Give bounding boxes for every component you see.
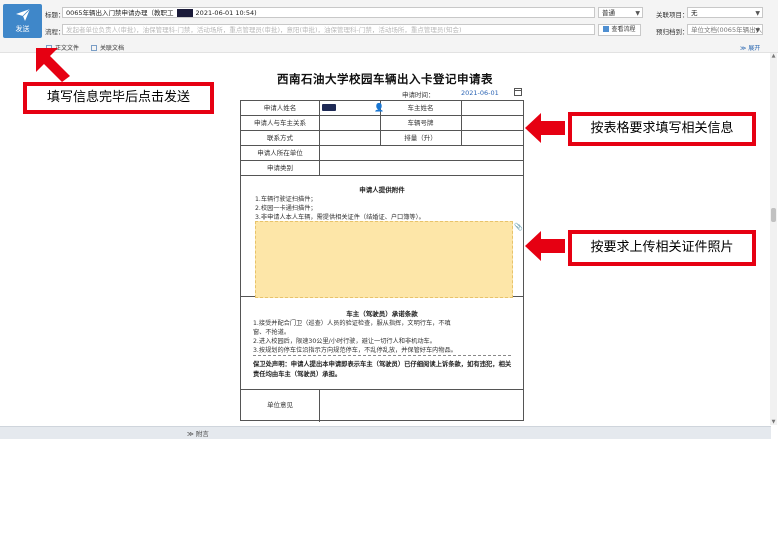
view-flow-label: 查看流程 — [611, 26, 636, 33]
attachment-note: 1.车辆行驶证扫描件； — [255, 196, 317, 203]
paperclip-icon[interactable]: 📎 — [514, 223, 523, 231]
attachments-bar[interactable]: ≫ 附言 — [0, 426, 771, 440]
related-doc-label: 关联文档 — [100, 45, 125, 52]
calendar-icon[interactable] — [514, 88, 522, 96]
row-divider — [241, 175, 523, 176]
red-arrow-left-icon — [525, 113, 565, 143]
attachment-note: 2.校园一卡通扫描件； — [255, 205, 317, 212]
plate-field[interactable] — [462, 116, 524, 130]
send-button-label: 发送 — [15, 24, 30, 33]
expand-link[interactable]: ≫ 展开 — [740, 43, 760, 52]
pledge-item: 3.按规划的停车位沿指示方向规范停车，不乱停乱放，并保管好车内物品。 — [253, 347, 457, 354]
upload-hint-callout: 按要求上传相关证件照片 — [568, 230, 756, 266]
attachment-note: 3.非申请人本人车辆，需提供相关证件（结婚证、户口簿等）。 — [255, 214, 425, 221]
pledge-item: 1.接受并配合门卫（巡查）人员的验证检查，服从指挥，文明行车，不嗔 — [253, 320, 451, 327]
archive-label: 预归档到： — [656, 28, 689, 36]
fill-hint-callout: 按表格要求填写相关信息 — [568, 112, 756, 146]
relation-label: 申请人与车主关系 — [254, 119, 306, 127]
send-hint-callout: 填写信息完毕后点击发送 — [23, 82, 214, 114]
unit-field[interactable] — [320, 146, 524, 160]
scroll-up-arrow-icon[interactable]: ▲ — [770, 53, 777, 59]
title-input[interactable]: 0065年辆出入门禁申请办理（教职工 2021-06-01 10:54) — [62, 7, 595, 18]
chevron-down-icon: ▼ — [635, 10, 640, 17]
apply-time-label: 申请时间： — [402, 91, 435, 99]
archive-select[interactable]: 单位文档(0065年辆出入 ▼ — [687, 24, 763, 35]
scroll-down-arrow-icon[interactable]: ▼ — [770, 419, 777, 425]
displacement-field[interactable] — [462, 131, 524, 145]
double-chevron-down-icon: ≫ — [740, 45, 747, 52]
related-project-label: 关联项目： — [656, 11, 689, 19]
send-button[interactable]: 发送 — [3, 4, 42, 38]
pledge-title: 车主（驾驶员）承诺条款 — [346, 310, 418, 318]
attachments-bar-label: ≫ 附言 — [187, 428, 209, 438]
scrollbar-thumb[interactable] — [771, 208, 776, 222]
archive-value: 单位文档(0065年辆出入 — [691, 26, 763, 34]
related-doc-link[interactable]: 关联文档 — [91, 43, 124, 52]
related-project-select[interactable]: 无 ▼ — [687, 7, 763, 18]
chevron-down-icon: ▼ — [755, 27, 760, 34]
contact-field[interactable] — [320, 131, 380, 145]
red-arrow-up-icon — [36, 48, 70, 82]
red-arrow-left-icon — [525, 231, 565, 261]
unit-opinion-label: 单位意见 — [267, 401, 293, 409]
applicant-name-label: 申请人姓名 — [263, 104, 297, 112]
attachments-title: 申请人提供附件 — [359, 186, 405, 194]
vertical-scrollbar[interactable]: ▲ ▼ — [770, 53, 777, 425]
owner-name-label: 车主姓名 — [407, 104, 434, 112]
form-title: 西南石油大学校园车辆出入卡登记申请表 — [277, 72, 493, 86]
compose-toolbar: 发送 标题： 0065年辆出入门禁申请办理（教职工 2021-06-01 10:5… — [0, 0, 778, 53]
attachment-upload-area[interactable] — [255, 221, 513, 298]
title-input-text-suffix: 2021-06-01 10:54) — [195, 9, 257, 17]
attachments-pane — [0, 439, 771, 537]
attachments-label: 附言 — [195, 430, 209, 438]
pledge-item: 窗、不抢道。 — [253, 329, 291, 336]
paper-plane-icon — [15, 8, 30, 21]
owner-name-field[interactable] — [462, 101, 524, 115]
relation-field[interactable] — [320, 116, 380, 130]
double-chevron-down-icon: ≫ — [187, 430, 194, 438]
chevron-down-icon: ▼ — [755, 10, 760, 17]
pledge-item: 2.进入校园后，限速30公里/小时行驶，避让一切行人和非机动车。 — [253, 338, 436, 345]
redacted-name — [176, 9, 193, 17]
flow-chart-icon — [603, 26, 610, 32]
priority-select[interactable]: 普通 ▼ — [598, 7, 643, 18]
flow-input[interactable]: 发起者单位负责人(审批)，油保管理科-门禁，活动场所，重点管理员(审批)，意阳(… — [62, 24, 595, 35]
dashed-divider — [253, 355, 511, 356]
category-label: 申请类别 — [267, 164, 293, 172]
apply-time-value[interactable]: 2021-06-01 — [461, 89, 499, 97]
related-project-value: 无 — [691, 9, 698, 17]
view-flow-button[interactable]: 查看流程 — [598, 24, 641, 36]
expand-label: 展开 — [748, 45, 761, 52]
title-input-text: 0065年辆出入门禁申请办理（教职工 — [66, 9, 174, 17]
applicant-name-field[interactable] — [322, 104, 336, 111]
priority-value: 普通 — [602, 9, 615, 17]
contact-label: 联系方式 — [267, 134, 293, 142]
category-field[interactable] — [320, 161, 524, 175]
application-form-table: 申请人姓名 👤 车主姓名 申请人与车主关系 车辆号牌 联系方式 排量（升） 申请… — [240, 100, 524, 422]
document-icon — [91, 45, 97, 51]
security-statement: 保卫处声明：申请人提出本申请即表示车主（驾驶员）已仔细阅读上诉条款，如有违犯，相… — [253, 361, 512, 378]
unit-label: 申请人所在单位 — [257, 149, 303, 157]
plate-label: 车辆号牌 — [407, 119, 434, 127]
displacement-label: 排量（升） — [404, 134, 437, 142]
unit-opinion-field[interactable] — [320, 390, 524, 421]
